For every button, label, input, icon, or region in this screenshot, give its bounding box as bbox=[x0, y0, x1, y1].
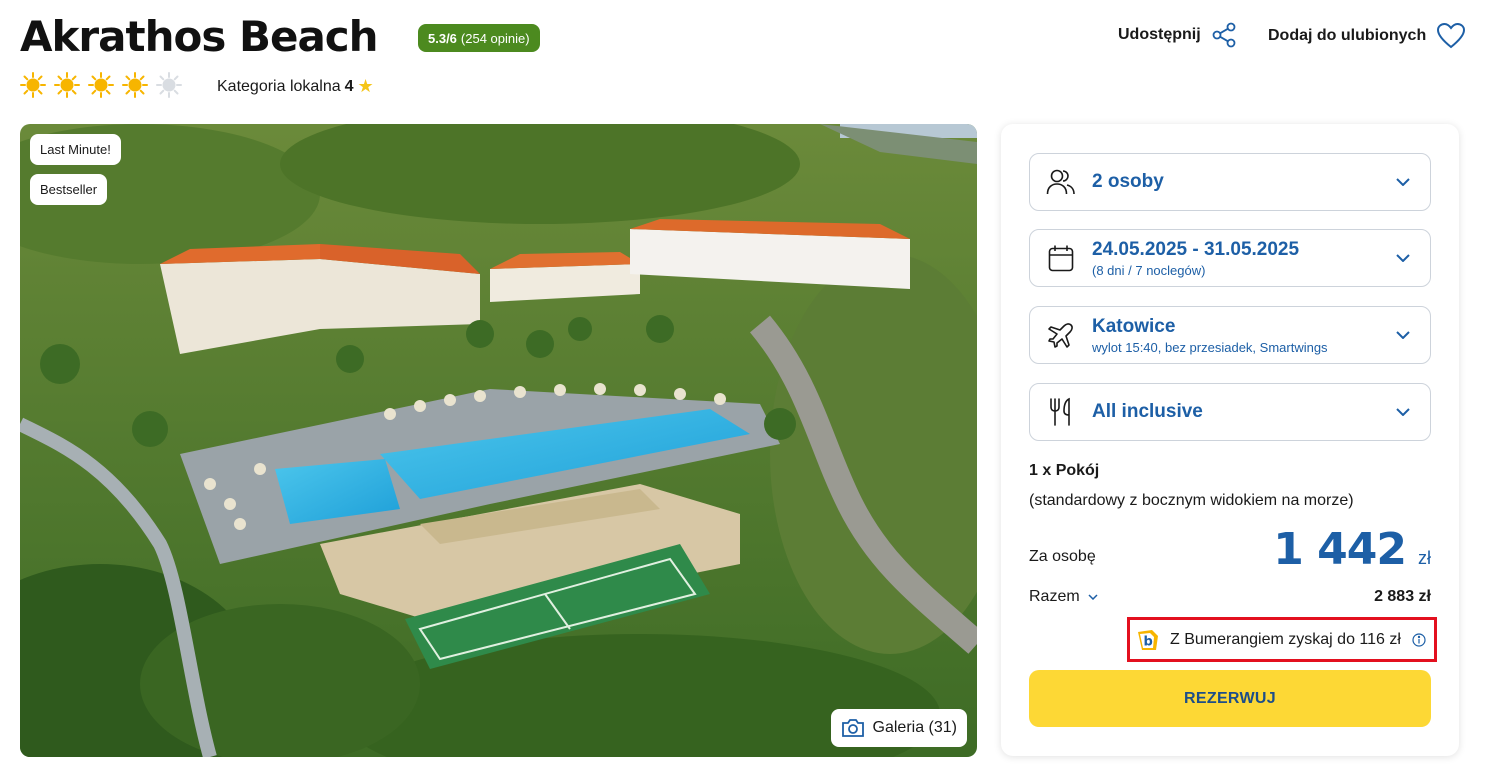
calendar-icon bbox=[1046, 243, 1076, 273]
svg-text:b: b bbox=[1144, 634, 1153, 649]
share-label: Udostępnij bbox=[1118, 26, 1201, 43]
rating-badge[interactable]: 5.3/6 (254 opinie) bbox=[418, 24, 540, 52]
sun-icon bbox=[20, 72, 46, 98]
departure-value: Katowice bbox=[1092, 315, 1176, 337]
sun-icon bbox=[88, 72, 114, 98]
bumerang-text: Z Bumerangiem zyskaj do 116 zł bbox=[1170, 630, 1401, 648]
info-icon[interactable] bbox=[1412, 632, 1426, 647]
chevron-down-icon bbox=[1396, 331, 1410, 339]
bumerang-logo: b bbox=[1138, 629, 1158, 650]
bumerang-offer: b Z Bumerangiem zyskaj do 116 zł bbox=[1127, 617, 1437, 662]
hotel-aerial-image bbox=[20, 124, 977, 757]
star-icon: ★ bbox=[357, 76, 374, 96]
room-type: (standardowy z bocznym widokiem na morze… bbox=[1029, 492, 1354, 509]
camera-icon bbox=[841, 719, 864, 737]
users-icon bbox=[1046, 167, 1076, 197]
favorite-label: Dodaj do ulubionych bbox=[1268, 27, 1427, 44]
travelers-select[interactable]: 2 osoby bbox=[1029, 153, 1431, 211]
sun-rating bbox=[20, 72, 182, 98]
tag-bestseller: Bestseller bbox=[30, 174, 108, 205]
price-per-person: 1 442 zł bbox=[1273, 524, 1431, 575]
departure-select[interactable]: Katowice wylot 15:40, bez przesiadek, Sm… bbox=[1029, 306, 1431, 364]
book-button[interactable]: REZERWUJ bbox=[1029, 670, 1431, 727]
local-category: Kategoria lokalna 4 ★ bbox=[217, 76, 374, 97]
airplane-icon bbox=[1046, 320, 1076, 350]
local-category-label: Kategoria lokalna bbox=[217, 77, 341, 95]
booking-panel: 2 osoby 24.05.2025 - 31.05.2025 (8 dni /… bbox=[1001, 124, 1459, 756]
total-value: 2 883 zł bbox=[1374, 588, 1431, 605]
dates-select[interactable]: 24.05.2025 - 31.05.2025 (8 dni / 7 nocle… bbox=[1029, 229, 1431, 287]
travelers-value: 2 osoby bbox=[1092, 171, 1164, 192]
price-amount: 1 442 bbox=[1273, 524, 1407, 575]
rating-score: 5.3/6 bbox=[428, 30, 457, 46]
tag-last-minute: Last Minute! bbox=[30, 134, 121, 165]
chevron-down-icon bbox=[1396, 178, 1410, 186]
price-currency: zł bbox=[1418, 548, 1431, 568]
chevron-down-icon bbox=[1396, 408, 1410, 416]
hotel-photo[interactable]: Last Minute! Bestseller Galeria (31) bbox=[20, 124, 977, 757]
dates-subtext: (8 dni / 7 noclegów) bbox=[1092, 262, 1206, 278]
sun-icon bbox=[122, 72, 148, 98]
room-count: 1 x Pokój bbox=[1029, 462, 1100, 479]
fork-knife-icon bbox=[1046, 397, 1076, 427]
board-value: All inclusive bbox=[1092, 401, 1203, 422]
sun-empty-icon bbox=[156, 72, 182, 98]
chevron-down-icon bbox=[1088, 594, 1098, 600]
hotel-title: Akrathos Beach bbox=[20, 12, 379, 61]
heart-icon bbox=[1437, 22, 1466, 49]
chevron-down-icon bbox=[1396, 254, 1410, 262]
favorite-button[interactable]: Dodaj do ulubionych bbox=[1268, 22, 1466, 50]
departure-subtext: wylot 15:40, bez przesiadek, Smartwings bbox=[1092, 339, 1328, 355]
total-toggle[interactable]: Razem bbox=[1029, 588, 1098, 606]
dates-value: 24.05.2025 - 31.05.2025 bbox=[1092, 238, 1300, 260]
share-button[interactable]: Udostępnij bbox=[1118, 22, 1237, 48]
local-category-value: 4 bbox=[344, 77, 354, 95]
sun-icon bbox=[54, 72, 80, 98]
rating-reviews: (254 opinie) bbox=[460, 30, 530, 46]
share-icon bbox=[1212, 22, 1236, 48]
gallery-button[interactable]: Galeria (31) bbox=[830, 709, 967, 747]
gallery-label: Galeria (31) bbox=[872, 719, 957, 736]
board-select[interactable]: All inclusive bbox=[1029, 383, 1431, 441]
total-label: Razem bbox=[1029, 588, 1080, 605]
per-person-label: Za osobę bbox=[1029, 548, 1096, 565]
